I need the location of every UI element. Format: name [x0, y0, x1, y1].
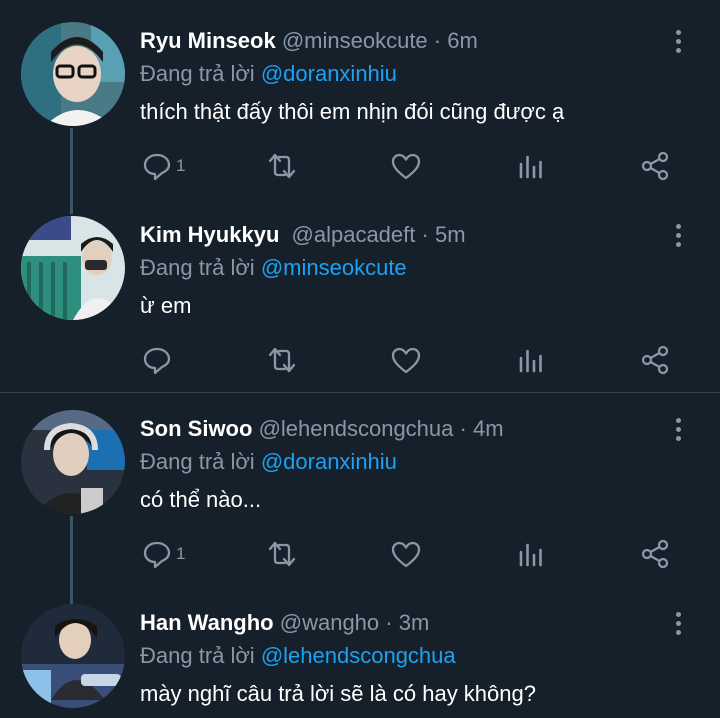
user-handle[interactable]: @lehendscongchua: [259, 416, 454, 441]
retweet-button[interactable]: [265, 340, 299, 380]
reply-count: 1: [176, 544, 186, 563]
like-button[interactable]: [390, 146, 422, 186]
more-icon[interactable]: [668, 612, 688, 640]
reply-button[interactable]: 1: [142, 534, 185, 574]
tweet-text: thích thật đấy thôi em nhịn đói cũng đượ…: [140, 99, 565, 124]
timestamp[interactable]: 6m: [447, 28, 478, 53]
reply-button[interactable]: 1: [142, 146, 185, 186]
avatar[interactable]: [21, 216, 125, 320]
reply-context: Đang trả lời @minseokcute: [140, 255, 407, 281]
timestamp[interactable]: 4m: [473, 416, 504, 441]
tweet[interactable]: Han Wangho @wangho · 3m Đang trả lời @le…: [0, 582, 720, 718]
tweet-header: Han Wangho @wangho · 3m: [140, 610, 429, 636]
reply-context: Đang trả lời @doranxinhiu: [140, 449, 397, 475]
avatar[interactable]: [21, 604, 125, 708]
retweet-icon: [268, 347, 296, 373]
display-name[interactable]: Kim Hyukkyu: [140, 222, 279, 247]
separator-dot: ·: [433, 28, 442, 53]
tweet-text: mày nghĩ câu trả lời sẽ là có hay không?: [140, 681, 536, 706]
retweet-button[interactable]: [265, 146, 299, 186]
like-icon: [391, 347, 421, 374]
reply-mention[interactable]: @doranxinhiu: [261, 61, 397, 86]
display-name[interactable]: Son Siwoo: [140, 416, 252, 441]
analytics-button[interactable]: [518, 340, 544, 380]
retweet-icon: [268, 541, 296, 567]
analytics-icon: [519, 155, 542, 179]
analytics-icon: [519, 543, 542, 567]
tweet-header: Kim Hyukkyu @alpacadeft · 5m: [140, 222, 466, 248]
retweet-icon: [268, 153, 296, 179]
like-button[interactable]: [390, 534, 422, 574]
reply-count: 1: [176, 156, 186, 175]
like-icon: [391, 153, 421, 180]
reply-context: Đang trả lời @doranxinhiu: [140, 61, 397, 87]
display-name[interactable]: Han Wangho: [140, 610, 274, 635]
tweet[interactable]: Kim Hyukkyu @alpacadeft · 5m Đang trả lờ…: [0, 194, 720, 388]
timestamp[interactable]: 3m: [399, 610, 430, 635]
tweet-header: Ryu Minseok @minseokcute · 6m: [140, 28, 478, 54]
reply-prefix: Đang trả lời: [140, 61, 255, 86]
tweet-text: ừ em: [140, 293, 192, 318]
separator-dot: ·: [421, 222, 429, 247]
timestamp[interactable]: 5m: [435, 222, 466, 247]
analytics-button[interactable]: [518, 534, 544, 574]
action-bar: [0, 340, 720, 380]
tweet[interactable]: Ryu Minseok @minseokcute · 6m Đang trả l…: [0, 0, 720, 194]
tweet-header: Son Siwoo @lehendscongchua · 4m: [140, 416, 504, 442]
more-icon[interactable]: [668, 30, 688, 58]
share-button[interactable]: [640, 146, 670, 186]
share-icon: [641, 539, 669, 569]
reply-mention[interactable]: @minseokcute: [261, 255, 407, 280]
action-bar: 1: [0, 534, 720, 574]
reply-prefix: Đang trả lời: [140, 643, 255, 668]
analytics-button[interactable]: [518, 146, 544, 186]
reply-icon: [143, 347, 171, 375]
retweet-button[interactable]: [265, 534, 299, 574]
reply-mention[interactable]: @doranxinhiu: [261, 449, 397, 474]
user-handle[interactable]: @minseokcute: [282, 28, 428, 53]
action-bar: 1: [0, 146, 720, 186]
tweet[interactable]: Son Siwoo @lehendscongchua · 4m Đang trả…: [0, 388, 720, 584]
reply-button[interactable]: [142, 340, 176, 380]
like-icon: [391, 541, 421, 568]
reply-prefix: Đang trả lời: [140, 255, 255, 280]
reply-icon: [143, 153, 171, 181]
share-icon: [641, 345, 669, 375]
more-icon[interactable]: [668, 418, 688, 446]
reply-context: Đang trả lời @lehendscongchua: [140, 643, 456, 669]
display-name[interactable]: Ryu Minseok: [140, 28, 276, 53]
analytics-icon: [519, 349, 542, 373]
share-button[interactable]: [640, 340, 670, 380]
tweet-text: có thể nào...: [140, 487, 262, 512]
reply-mention[interactable]: @lehendscongchua: [261, 643, 456, 668]
separator-dot: ·: [385, 610, 393, 635]
separator-dot: ·: [459, 416, 467, 441]
avatar[interactable]: [21, 22, 125, 126]
reply-prefix: Đang trả lời: [140, 449, 255, 474]
reply-icon: [143, 541, 171, 569]
avatar[interactable]: [21, 410, 125, 514]
more-icon[interactable]: [668, 224, 688, 252]
share-button[interactable]: [640, 534, 670, 574]
user-handle[interactable]: @wangho: [280, 610, 379, 635]
user-handle[interactable]: @alpacadeft: [292, 222, 416, 247]
like-button[interactable]: [390, 340, 422, 380]
share-icon: [641, 151, 669, 181]
timeline-feed: Ryu Minseok @minseokcute · 6m Đang trả l…: [0, 0, 720, 718]
